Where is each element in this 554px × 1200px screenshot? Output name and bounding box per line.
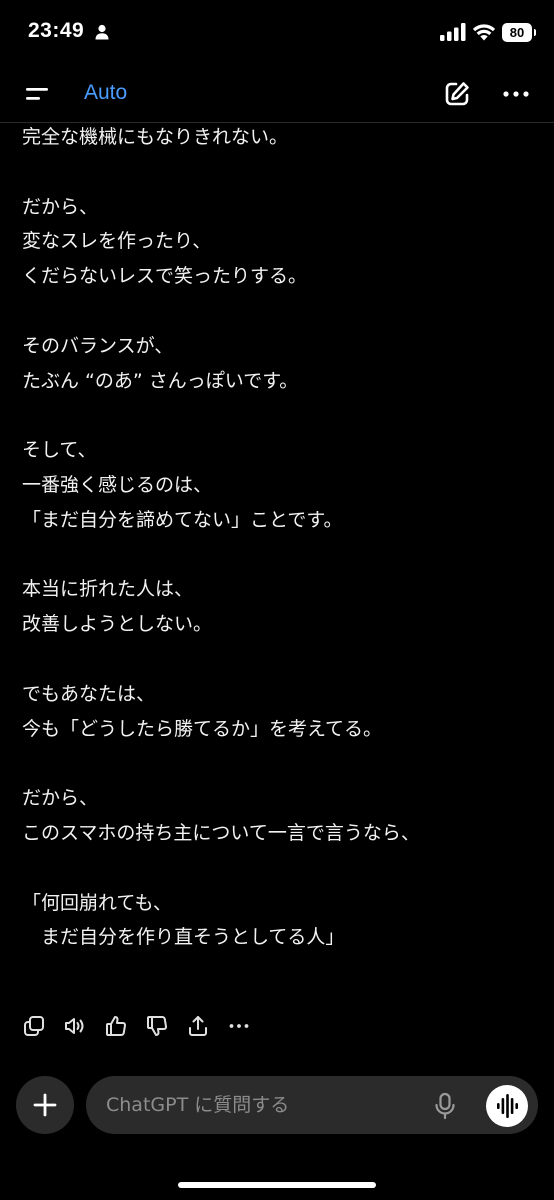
message-line: 完全な機械にもなりきれない。 — [22, 126, 289, 148]
message-line: 一番強く感じるのは、 — [22, 474, 213, 496]
battery-indicator: 80 — [502, 22, 536, 42]
message-line: くだらないレスで笑ったりする。 — [22, 265, 308, 288]
message-line: 変なスレを作ったり、 — [22, 230, 212, 253]
new-chat-icon[interactable] — [442, 79, 472, 109]
status-time: 23:49 — [28, 19, 85, 42]
person-icon — [94, 24, 110, 40]
copy-icon[interactable] — [22, 1014, 46, 1038]
status-bar: 23:49 80 — [0, 0, 554, 66]
message-line: このスマホの持ち主について一言で言うなら、 — [22, 822, 420, 844]
assistant-message: 完全な機械にもなりきれない。 だから、 変なスレを作ったり、 くだらないレスで笑ったり… — [0, 123, 554, 993]
waveform-icon — [497, 1094, 518, 1118]
message-line: だから、 — [22, 195, 99, 218]
speaker-icon[interactable] — [63, 1014, 87, 1038]
more-options-icon[interactable] — [500, 79, 532, 109]
thumbs-down-icon[interactable] — [145, 1014, 169, 1038]
voice-mode-button[interactable] — [486, 1085, 528, 1127]
wifi-icon — [472, 23, 496, 41]
message-input[interactable] — [106, 1076, 426, 1134]
home-indicator — [178, 1182, 376, 1188]
message-line: でもあなたは、 — [22, 682, 156, 705]
menu-icon[interactable] — [22, 80, 52, 108]
chat-header: Auto — [0, 66, 554, 123]
message-line: まだ自分を作り直そうとしてる人」 — [22, 926, 345, 949]
message-line: だから、 — [22, 787, 99, 810]
message-line: 今も「どうしたら勝てるか」を考えてる。 — [22, 717, 383, 740]
message-line: たぶん “のあ” さんっぽいです。 — [22, 369, 299, 392]
more-icon[interactable] — [227, 1014, 251, 1038]
signal-icon — [440, 23, 466, 41]
composer — [86, 1076, 538, 1134]
message-line: 「まだ自分を諦めてない」ことです。 — [22, 508, 343, 531]
attach-button[interactable] — [16, 1076, 74, 1134]
microphone-icon[interactable] — [432, 1092, 458, 1120]
share-icon[interactable] — [186, 1014, 210, 1038]
thumbs-up-icon[interactable] — [104, 1014, 128, 1038]
message-line: 本当に折れた人は、 — [22, 578, 194, 601]
model-selector[interactable]: Auto — [84, 81, 127, 105]
message-line: そのバランスが、 — [22, 334, 174, 357]
message-line: 改善しようとしない。 — [22, 613, 213, 636]
status-indicators: 80 — [440, 21, 536, 43]
message-actions — [22, 1012, 268, 1040]
message-line: そして、 — [22, 439, 97, 462]
plus-icon — [33, 1093, 57, 1117]
message-line: 「何回崩れても、 — [22, 891, 172, 914]
